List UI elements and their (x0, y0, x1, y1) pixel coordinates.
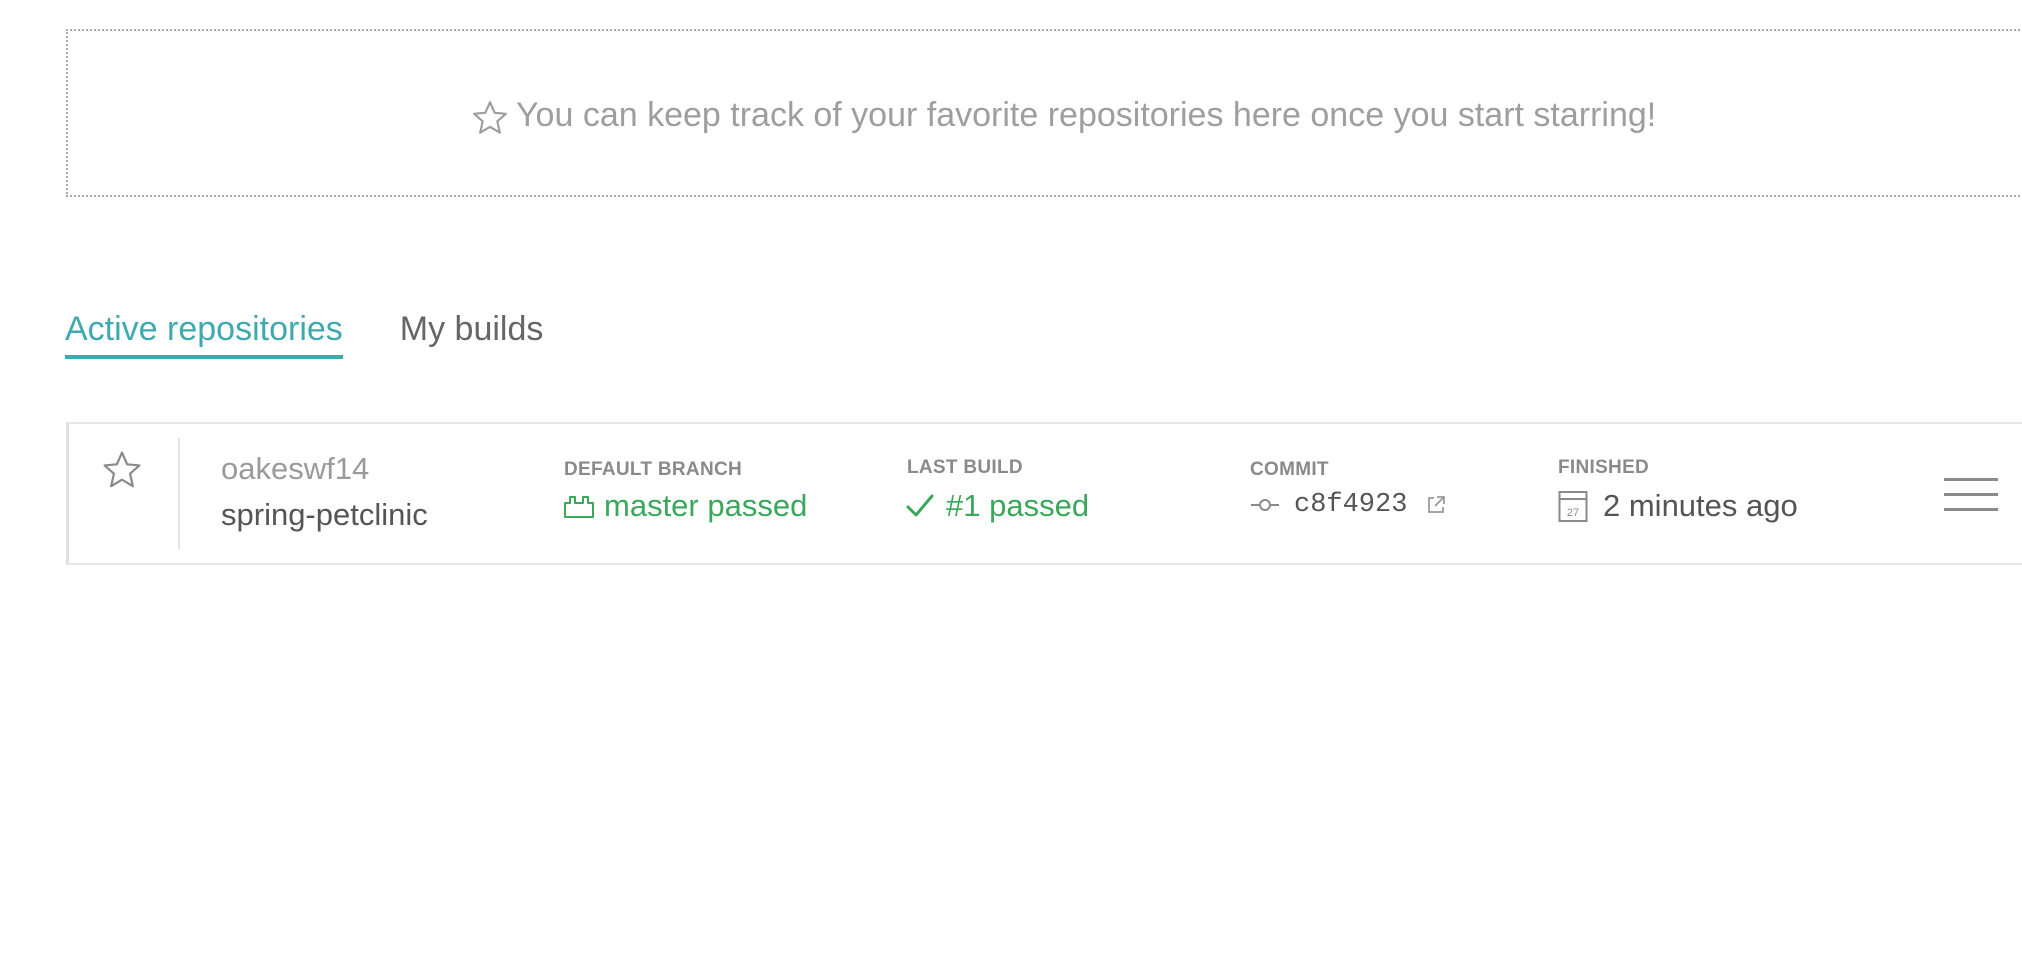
commit-icon (1251, 499, 1279, 511)
hamburger-icon-line (1944, 493, 1998, 496)
tab-active-repositories[interactable]: Active repositories (65, 310, 343, 359)
external-link-icon[interactable] (1425, 494, 1447, 516)
finished-time: 27 2 minutes ago (1558, 488, 1798, 524)
default-branch-status[interactable]: master passed (563, 488, 807, 524)
repo-name-link[interactable]: spring-petclinic (221, 497, 428, 533)
starred-message-text: You can keep track of your favorite repo… (516, 95, 1657, 134)
dashboard-tabs: Active repositories My builds (65, 310, 600, 359)
last-build-label: LAST BUILD (907, 457, 1023, 478)
star-repo-button[interactable] (100, 448, 144, 492)
finished-value: 2 minutes ago (1603, 488, 1798, 523)
card-divider (178, 438, 180, 549)
default-branch-label: DEFAULT BRANCH (564, 459, 743, 480)
starred-message: You can keep track of your favorite repo… (470, 91, 1656, 139)
commit-info[interactable]: c8f4923 (1250, 490, 1447, 520)
finished-label: FINISHED (1558, 457, 1650, 478)
calendar-icon: 27 (1558, 491, 1588, 522)
star-outline-icon (473, 101, 507, 134)
last-build-value: #1 passed (946, 488, 1090, 523)
default-branch-value: master passed (604, 488, 808, 523)
commit-label: COMMIT (1250, 459, 1329, 480)
last-build-status[interactable]: #1 passed (905, 488, 1089, 524)
branch-icon (564, 496, 594, 518)
repo-owner[interactable]: oakeswf14 (221, 451, 369, 487)
hamburger-icon-line (1944, 508, 1998, 511)
check-icon (906, 494, 934, 517)
calendar-day: 27 (1567, 507, 1579, 519)
repo-menu-button[interactable] (1944, 478, 1998, 514)
commit-sha: c8f4923 (1294, 490, 1408, 520)
hamburger-icon-line (1944, 478, 1998, 481)
tab-my-builds[interactable]: My builds (400, 310, 544, 359)
